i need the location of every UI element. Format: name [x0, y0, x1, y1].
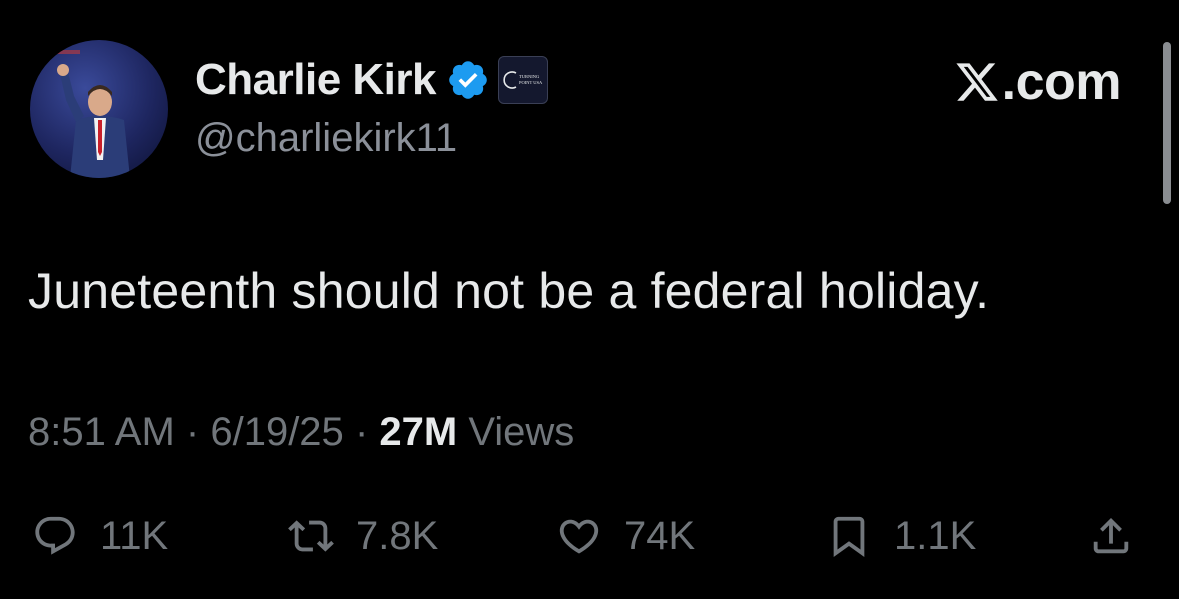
affiliate-badge[interactable]: TURNING POINT USA	[497, 56, 548, 104]
bookmark-count: 1.1K	[894, 513, 977, 558]
verified-badge-icon[interactable]	[446, 58, 490, 102]
views-count: 27M	[379, 410, 458, 454]
meta-separator: ·	[354, 410, 369, 454]
display-name[interactable]: Charlie Kirk	[195, 55, 436, 105]
tweet-date[interactable]: 6/19/25	[210, 410, 343, 454]
tweet-time[interactable]: 8:51 AM	[28, 410, 175, 454]
meta-separator: ·	[185, 410, 200, 454]
avatar[interactable]	[30, 40, 168, 178]
turning-point-usa-logo: TURNING POINT USA	[503, 71, 543, 89]
repost-count: 7.8K	[356, 513, 439, 558]
scrollbar[interactable]	[1163, 42, 1171, 204]
share-icon	[1093, 517, 1129, 554]
x-domain: .com	[1001, 53, 1122, 111]
handle[interactable]: @charliekirk11	[195, 116, 457, 161]
repost-icon	[288, 520, 334, 552]
bookmark-button[interactable]: 1.1K	[826, 506, 976, 566]
bookmark-icon	[833, 516, 865, 557]
tweet-meta: 8:51 AM · 6/19/25 · 27M Views	[28, 410, 574, 455]
reply-button[interactable]: 11K	[32, 506, 168, 566]
views-label: Views	[468, 410, 575, 454]
svg-text:TURNING: TURNING	[519, 74, 540, 79]
x-logo-icon	[956, 63, 998, 101]
tweet-text: Juneteenth should not be a federal holid…	[28, 263, 990, 319]
reply-count: 11K	[100, 513, 169, 558]
x-brand: .com	[954, 52, 1122, 112]
heart-icon	[559, 519, 599, 554]
svg-text:POINT USA: POINT USA	[519, 80, 543, 85]
like-count: 74K	[624, 513, 696, 558]
repost-button[interactable]: 7.8K	[288, 506, 438, 566]
like-button[interactable]: 74K	[556, 506, 695, 566]
author-name-row: Charlie Kirk TURNING POINT USA	[195, 52, 548, 108]
reply-icon	[35, 516, 75, 555]
profile-photo	[50, 50, 130, 178]
action-bar: 11K 7.8K 74K 1.1K	[0, 506, 1179, 566]
share-button[interactable]	[1088, 506, 1134, 566]
